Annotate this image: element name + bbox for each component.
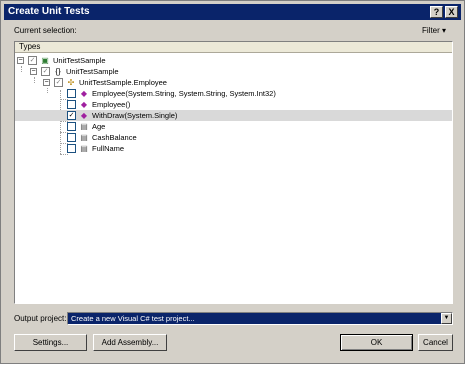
types-tree[interactable]: Types − ✓ ▣ UnitTestSample − ✓{} UnitTestSampl… bbox=[14, 41, 453, 304]
method-icon: ◆ bbox=[80, 111, 88, 120]
tree-node[interactable]: ◆ Employee() bbox=[15, 99, 445, 110]
method-icon: ◆ bbox=[80, 89, 88, 98]
tree-node-label: UnitTestSample.Employee bbox=[79, 78, 167, 87]
collapse-toggle[interactable]: − bbox=[43, 79, 50, 86]
help-button[interactable]: ? bbox=[430, 6, 443, 18]
tree-node[interactable]: − ✓ ▣ UnitTestSample bbox=[15, 55, 445, 66]
dialog-title: Create Unit Tests bbox=[8, 6, 90, 17]
tree-node-checkbox[interactable] bbox=[67, 89, 76, 98]
property-icon: ▤ bbox=[80, 133, 88, 142]
tree-node-label: FullName bbox=[92, 144, 125, 153]
tree-node-checkbox[interactable]: ✓ bbox=[54, 78, 63, 87]
property-icon: ▤ bbox=[80, 122, 88, 131]
namespace-icon: {} bbox=[55, 67, 61, 76]
add-assembly-button[interactable]: Add Assembly... bbox=[93, 334, 167, 351]
output-project-label: Output project: bbox=[14, 314, 67, 323]
tree-node-label: UnitTestSample bbox=[66, 67, 119, 76]
output-project-select[interactable]: Create a new Visual C# test project... ▼ bbox=[67, 312, 453, 325]
tree-node-checkbox[interactable]: ✓ bbox=[28, 56, 37, 65]
tree-node-label: Age bbox=[92, 122, 106, 131]
collapse-toggle[interactable]: − bbox=[17, 57, 24, 64]
ok-button[interactable]: OK bbox=[340, 334, 413, 351]
tree-node-label: CashBalance bbox=[92, 133, 137, 142]
tree-node-checkbox[interactable] bbox=[67, 133, 76, 142]
current-selection-label: Current selection: bbox=[14, 26, 77, 35]
tree-node[interactable]: ◆ Employee(System.String, System.String, … bbox=[15, 88, 445, 99]
property-icon: ▤ bbox=[80, 144, 88, 153]
output-project-value: Create a new Visual C# test project... bbox=[71, 314, 195, 323]
create-unit-tests-dialog: Create Unit Tests ? X Current selection:… bbox=[0, 0, 465, 364]
settings-button[interactable]: Settings... bbox=[14, 334, 87, 351]
chevron-down-icon: ▾ bbox=[442, 26, 447, 35]
tree-node-checkbox[interactable] bbox=[67, 144, 76, 153]
tree-node[interactable]: − ✓ {} UnitTestSample bbox=[15, 66, 445, 77]
tree-node-label: UnitTestSample bbox=[53, 56, 106, 65]
close-button[interactable]: X bbox=[445, 6, 458, 18]
chevron-down-icon[interactable]: ▼ bbox=[441, 313, 452, 324]
tree-node-label: Employee() bbox=[92, 100, 131, 109]
tree-node-checkbox[interactable]: ✓ bbox=[67, 111, 76, 120]
filter-button[interactable]: Filter ▾ bbox=[422, 26, 446, 35]
method-icon: ◆ bbox=[80, 100, 88, 109]
filter-label: Filter bbox=[422, 26, 440, 35]
tree-node[interactable]: ▤ FullName bbox=[15, 143, 445, 154]
cancel-button[interactable]: Cancel bbox=[418, 334, 453, 351]
class-icon: ✣ bbox=[67, 78, 75, 87]
tree-node-label: Employee(System.String, System.String, S… bbox=[92, 89, 276, 98]
tree-node[interactable]: ▤ Age bbox=[15, 121, 445, 132]
tree-node[interactable]: − ✓ ✣ UnitTestSample.Employee bbox=[15, 77, 445, 88]
tree-node-label: WithDraw(System.Single) bbox=[92, 111, 178, 120]
tree-node[interactable]: ✓ ◆ WithDraw(System.Single) bbox=[15, 110, 452, 121]
project-icon: ▣ bbox=[41, 56, 49, 65]
tree-node-checkbox[interactable]: ✓ bbox=[41, 67, 50, 76]
tree-node-checkbox[interactable] bbox=[67, 100, 76, 109]
dialog-titlebar: Create Unit Tests ? X bbox=[4, 4, 461, 20]
tree-connector bbox=[60, 154, 68, 155]
collapse-toggle[interactable]: − bbox=[30, 68, 37, 75]
tree-node-checkbox[interactable] bbox=[67, 122, 76, 131]
tree-node[interactable]: ▤ CashBalance bbox=[15, 132, 445, 143]
types-column-header: Types bbox=[15, 42, 452, 53]
